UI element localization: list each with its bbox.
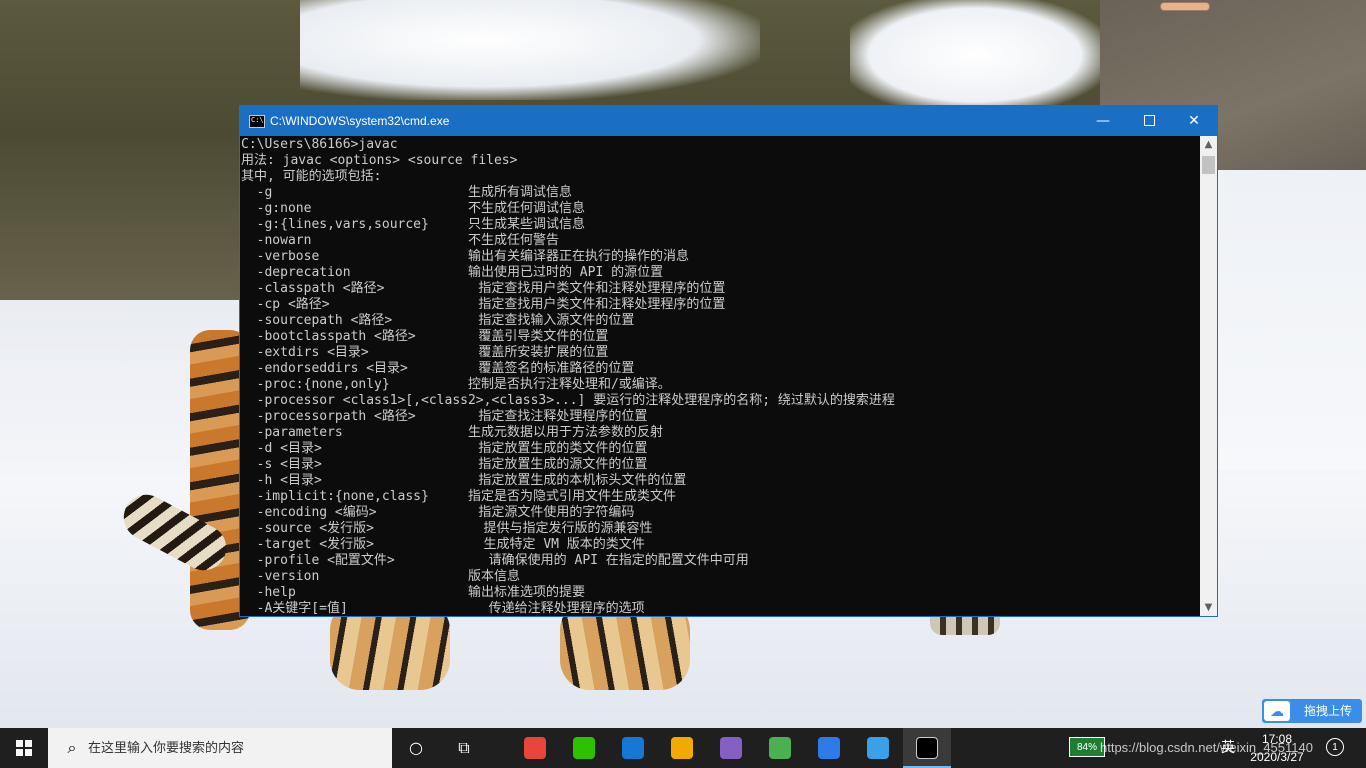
console-line: -source <发行版> 提供与指定发行版的源兼容性	[241, 521, 653, 536]
app-star-icon	[622, 737, 644, 759]
console-line: -nowarn 不生成任何警告	[241, 233, 559, 248]
taskbar-app-app-frame[interactable]	[658, 728, 706, 768]
maximize-icon	[1143, 115, 1155, 126]
console-line: 用法: javac <options> <source files>	[241, 153, 518, 168]
console-line: -verbose 输出有关编译器正在执行的操作的消息	[241, 249, 689, 264]
console-line: -profile <配置文件> 请确保使用的 API 在指定的配置文件中可用	[241, 553, 749, 568]
console-line: -proc:{none,only} 控制是否执行注释处理和/或编译。	[241, 377, 671, 392]
wallpaper-snow	[300, 0, 760, 100]
app-baidu-icon	[818, 737, 840, 759]
console-line: -sourcepath <路径> 指定查找输入源文件的位置	[241, 313, 635, 328]
clock-time[interactable]: 17:08	[1258, 732, 1296, 746]
wechat-icon	[573, 737, 595, 759]
desktop-slider-widget[interactable]	[1160, 2, 1210, 11]
search-placeholder: 在这里输入你要搜索的内容	[88, 740, 245, 755]
console-line: -processorpath <路径> 指定查找注释处理程序的位置	[241, 409, 648, 424]
start-button[interactable]	[0, 728, 48, 768]
cortana-circle-icon[interactable]: ○	[392, 728, 440, 768]
console-line: -classpath <路径> 指定查找用户类文件和注释处理程序的位置	[241, 281, 726, 296]
upload-label: 拖拽上传	[1304, 704, 1353, 718]
console-line: -cp <路径> 指定查找用户类文件和注释处理程序的位置	[241, 297, 726, 312]
notification-center-icon[interactable]: 1	[1326, 738, 1344, 756]
console-line: -endorseddirs <目录> 覆盖签名的标准路径的位置	[241, 361, 635, 376]
cmd-window[interactable]: C:\ C:\WINDOWS\system32\cmd.exe — ✕ C:\U…	[239, 105, 1218, 617]
console-line: -g 生成所有调试信息	[241, 185, 572, 200]
console-line: -encoding <编码> 指定源文件使用的字符编码	[241, 505, 635, 520]
ime-indicator[interactable]: 英	[1221, 739, 1235, 755]
scroll-down-arrow-icon[interactable]: ▼	[1200, 599, 1217, 616]
visual-studio-icon	[720, 737, 742, 759]
console-line: -help 输出标准选项的提要	[241, 585, 585, 600]
maximize-button[interactable]	[1126, 106, 1172, 136]
taskbar-app-app-star[interactable]	[609, 728, 657, 768]
taskbar-app-wechat[interactable]	[560, 728, 608, 768]
taskbar-app-visual-studio[interactable]	[707, 728, 755, 768]
console-line: -A关键字[=值] 传递给注释处理程序的选项	[241, 601, 645, 615]
console-line: -bootclasspath <路径> 覆盖引导类文件的位置	[241, 329, 609, 344]
console-output[interactable]: C:\Users\86166>javac 用法: javac <options> …	[241, 137, 1199, 615]
window-titlebar[interactable]: C:\ C:\WINDOWS\system32\cmd.exe — ✕	[240, 106, 1217, 136]
wallpaper-snow-right	[850, 0, 1100, 110]
scroll-up-arrow-icon[interactable]: ▲	[1200, 136, 1217, 153]
console-line: -d <目录> 指定放置生成的类文件的位置	[241, 441, 648, 456]
console-line: -g:{lines,vars,source} 只生成某些调试信息	[241, 217, 585, 232]
app-frame-icon	[671, 737, 693, 759]
console-line: C:\Users\86166>javac	[241, 137, 398, 152]
taskbar-app-cmd[interactable]	[903, 728, 951, 768]
console-line: -implicit:{none,class} 指定是否为隐式引用文件生成类文件	[241, 489, 676, 504]
taskbar-app-app-chart[interactable]	[756, 728, 804, 768]
close-button[interactable]: ✕	[1171, 106, 1217, 136]
console-line: -h <目录> 指定放置生成的本机标头文件的位置	[241, 473, 687, 488]
minimize-button[interactable]: —	[1080, 106, 1126, 136]
app-chart-icon	[769, 737, 791, 759]
app-window-icon	[867, 737, 889, 759]
console-line: -parameters 生成元数据以用于方法参数的反射	[241, 425, 663, 440]
taskbar-app-app-window[interactable]	[854, 728, 902, 768]
console-line: -deprecation 输出使用已过时的 API 的源位置	[241, 265, 664, 280]
console-line: -version 版本信息	[241, 569, 520, 584]
cloud-upload-icon: ☁	[1264, 701, 1290, 721]
taskbar: ⌕ 在这里输入你要搜索的内容 ○ ⧉ 84% https://blog.csdn…	[0, 728, 1366, 768]
taskbar-search-box[interactable]: ⌕ 在这里输入你要搜索的内容	[48, 728, 392, 768]
window-title: C:\WINDOWS\system32\cmd.exe	[270, 114, 450, 128]
cmd-app-icon[interactable]: C:\	[249, 115, 265, 128]
taskbar-app-app-baidu[interactable]	[805, 728, 853, 768]
console-line: -s <目录> 指定放置生成的源文件的位置	[241, 457, 648, 472]
scrollbar-thumb[interactable]	[1202, 156, 1215, 174]
windows-logo-icon	[16, 740, 32, 756]
console-line: -target <发行版> 生成特定 VM 版本的类文件	[241, 537, 645, 552]
taskbar-app-chrome[interactable]	[511, 728, 559, 768]
task-view-icon[interactable]: ⧉	[440, 728, 488, 768]
console-line: -processor <class1>[,<class2>,<class3>..…	[241, 393, 895, 408]
cmd-icon	[916, 737, 938, 759]
vertical-scrollbar[interactable]: ▲ ▼	[1200, 136, 1217, 616]
chrome-icon	[524, 737, 546, 759]
console-line: -extdirs <目录> 覆盖所安装扩展的位置	[241, 345, 609, 360]
drag-upload-widget[interactable]: ☁ 拖拽上传	[1262, 699, 1362, 723]
console-line: -g:none 不生成任何调试信息	[241, 201, 585, 216]
console-line: 其中, 可能的选项包括:	[241, 169, 382, 184]
search-icon: ⌕	[67, 738, 77, 757]
wallpaper-snow-bank	[1200, 170, 1366, 470]
clock-date[interactable]: 2020/3/27	[1243, 750, 1311, 764]
